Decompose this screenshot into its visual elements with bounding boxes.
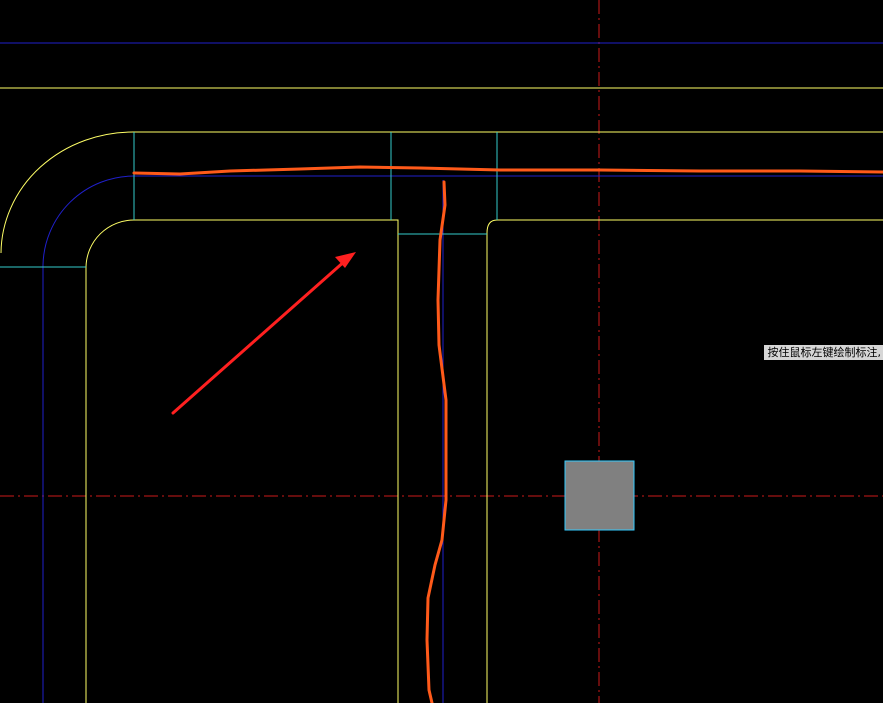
column-square[interactable] (564, 460, 635, 531)
arrow-icon (171, 252, 356, 415)
inner-wall-outline-right (486, 219, 883, 703)
drawing-area[interactable] (0, 0, 883, 703)
command-tooltip: 按住鼠标左键绘制标注, (763, 345, 883, 360)
orange-markup-horizontal (132, 165, 883, 176)
inner-wall-outline-left (85, 219, 399, 703)
cad-drawing-canvas[interactable]: 按住鼠标左键绘制标注, (0, 0, 883, 703)
wall-centerline (42, 175, 883, 703)
